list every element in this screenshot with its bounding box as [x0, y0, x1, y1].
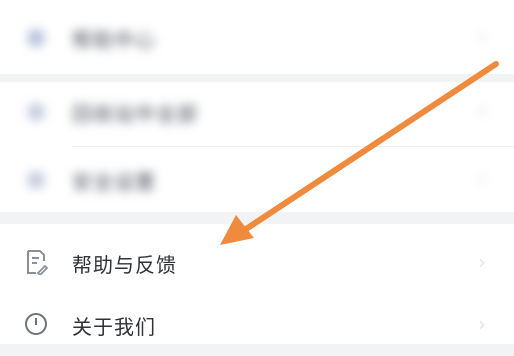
settings-list: 帮助中心 › 回收站中全部 › 安全设置 › 帮助与反馈 › 关于我们 ›: [0, 0, 514, 344]
annotation-arrow: [220, 61, 499, 245]
